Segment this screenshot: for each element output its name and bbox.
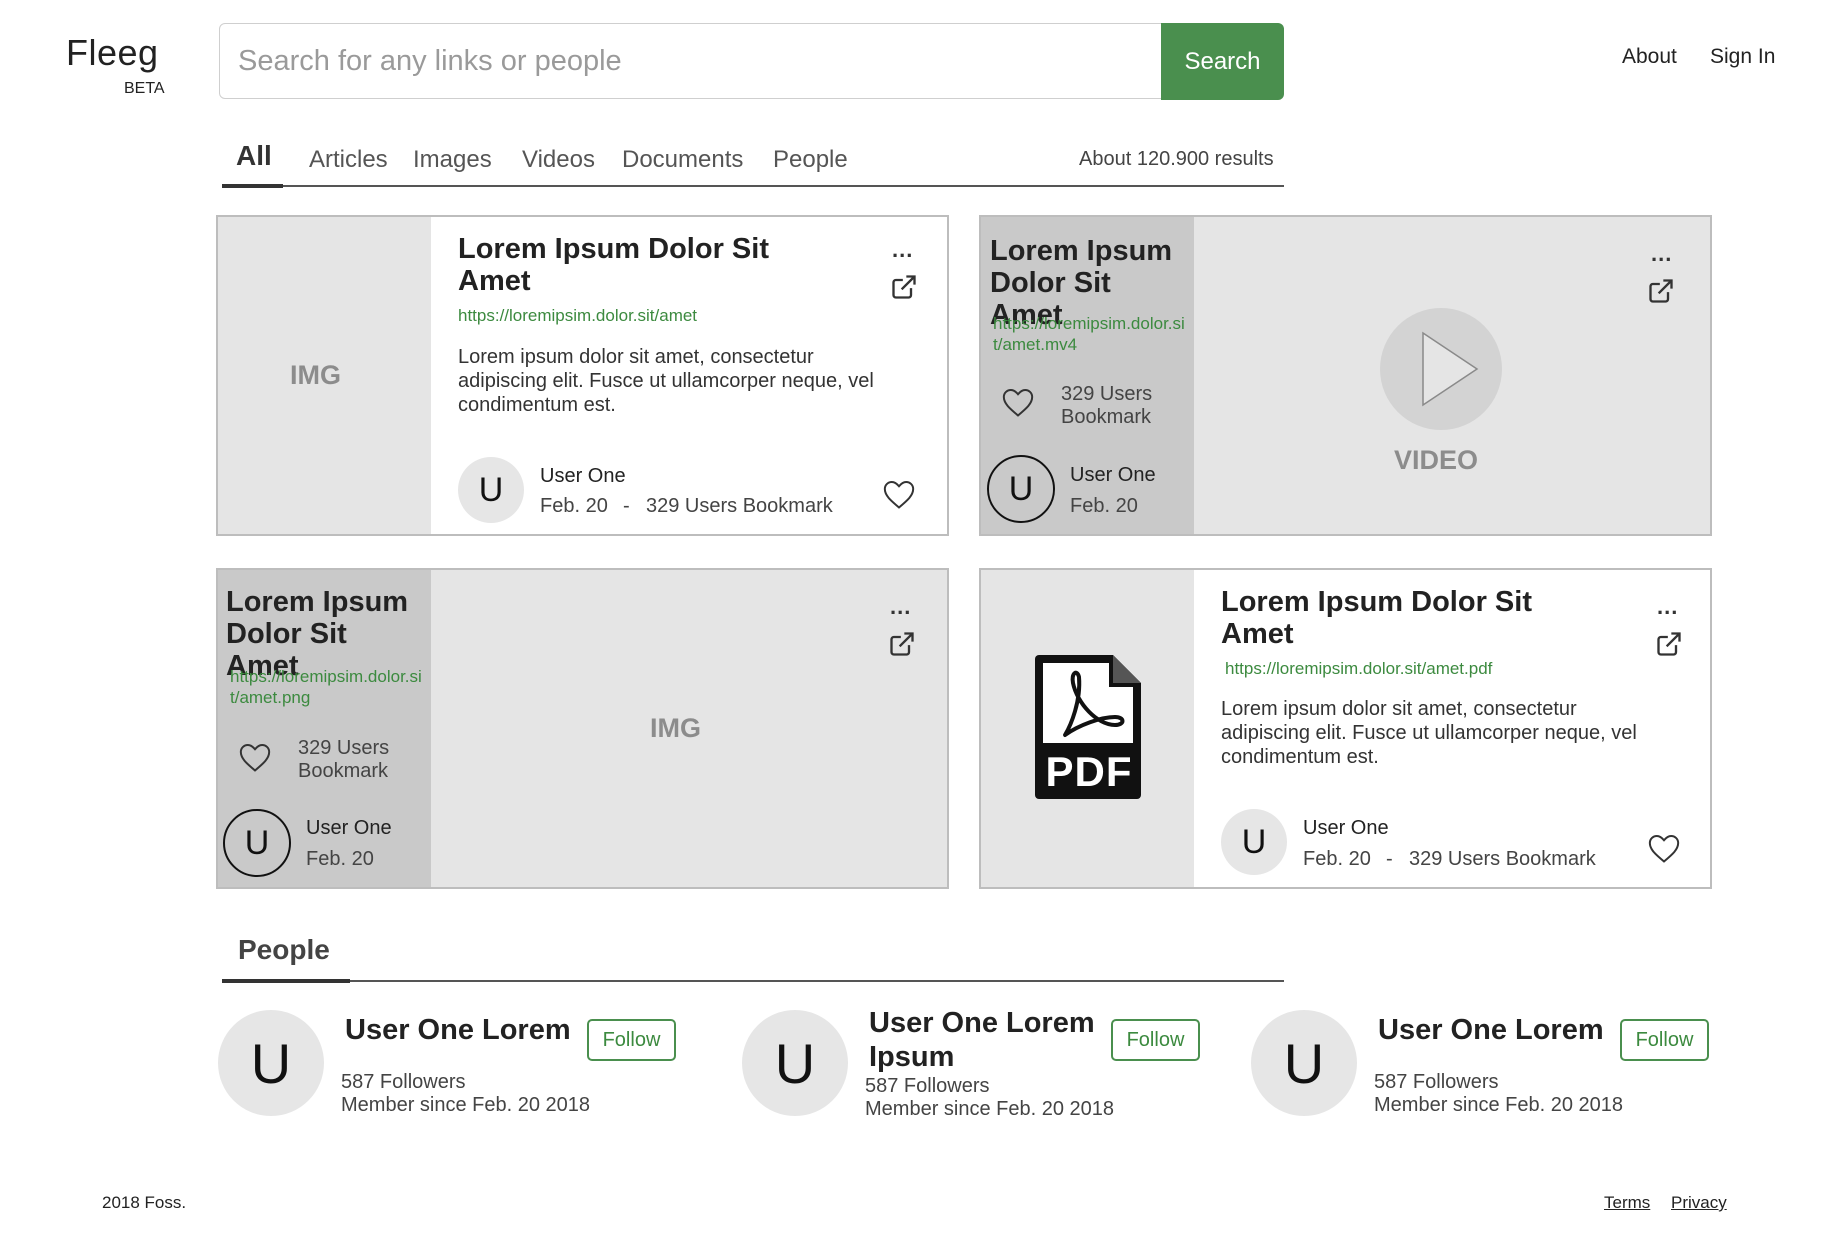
image-label: IMG [650, 713, 701, 743]
external-link-icon[interactable] [1647, 277, 1675, 305]
tab-people[interactable]: People [773, 146, 848, 174]
heart-icon[interactable] [882, 478, 916, 510]
meta-separator: - [1386, 848, 1393, 870]
result-card-article[interactable]: IMG Lorem Ipsum Dolor Sit Amet ... https… [216, 215, 949, 536]
nav-sign-in-link[interactable]: Sign In [1710, 45, 1775, 69]
avatar[interactable]: U [987, 455, 1055, 523]
card-url[interactable]: https://loremipsim.dolor.sit/amet.pdf [1225, 658, 1645, 679]
beta-badge: BETA [124, 80, 165, 97]
results-count: About 120.900 results [1079, 148, 1274, 170]
heart-icon[interactable] [1647, 832, 1681, 864]
tabs-divider [222, 185, 1284, 187]
card-description: Lorem ipsum dolor sit amet, consectetur … [1221, 698, 1637, 768]
heart-icon[interactable] [238, 741, 272, 773]
people-section-heading[interactable]: People [238, 934, 330, 966]
post-date: Feb. 20 [1303, 848, 1371, 870]
play-icon[interactable] [1379, 307, 1503, 431]
result-card-document[interactable]: PDF Lorem Ipsum Dolor Sit Amet ... https… [979, 568, 1712, 889]
follower-count: 587 Followers [341, 1071, 466, 1093]
nav-about-link[interactable]: About [1622, 45, 1677, 69]
tab-videos[interactable]: Videos [522, 146, 595, 174]
person-avatar[interactable]: U [1251, 1010, 1357, 1116]
external-link-icon[interactable] [1655, 630, 1683, 658]
user-name[interactable]: User One [540, 465, 626, 488]
search-button[interactable]: Search [1161, 23, 1284, 100]
brand-logo[interactable]: Fleeg [66, 32, 159, 74]
search-field[interactable] [219, 23, 1162, 99]
card-url[interactable]: https://loremipsim.dolor.sit/amet.mv4 [993, 313, 1189, 355]
thumbnail-label: IMG [290, 360, 341, 390]
person-name[interactable]: User One Lorem [345, 1013, 575, 1047]
people-active-indicator [222, 979, 350, 983]
more-options-icon[interactable]: ... [890, 594, 911, 620]
user-name[interactable]: User One [306, 817, 392, 840]
meta-separator: - [623, 495, 630, 517]
bookmark-count: 329 Users Bookmark [646, 495, 833, 517]
card-url[interactable]: https://loremipsim.dolor.sit/amet [458, 305, 878, 326]
more-options-icon[interactable]: ... [1657, 594, 1678, 620]
result-card-video[interactable]: Lorem Ipsum Dolor Sit Amet https://lorem… [979, 215, 1712, 536]
more-options-icon[interactable]: ... [1651, 241, 1672, 267]
tab-images[interactable]: Images [413, 146, 492, 174]
video-label: VIDEO [1394, 445, 1479, 475]
tab-articles[interactable]: Articles [309, 146, 388, 174]
member-since: Member since Feb. 20 2018 [341, 1094, 591, 1116]
post-date: Feb. 20 [306, 848, 374, 870]
search-input[interactable] [220, 24, 1161, 98]
person-avatar[interactable]: U [218, 1010, 324, 1116]
follower-count: 587 Followers [1374, 1071, 1499, 1093]
card-description: Lorem ipsum dolor sit amet, consectetur … [458, 346, 874, 416]
footer-privacy-link[interactable]: Privacy [1671, 1193, 1727, 1213]
person-avatar[interactable]: U [742, 1010, 848, 1116]
avatar[interactable]: U [223, 809, 291, 877]
footer-copyright: 2018 Foss. [102, 1193, 187, 1212]
footer-terms-link[interactable]: Terms [1604, 1193, 1650, 1213]
avatar[interactable]: U [458, 457, 524, 523]
bookmark-count: 329 Users Bookmark [1409, 848, 1596, 870]
heart-icon[interactable] [1001, 386, 1035, 418]
card-title[interactable]: Lorem Ipsum Dolor Sit Amet [458, 233, 818, 297]
tab-active-indicator [222, 184, 283, 188]
member-since: Member since Feb. 20 2018 [865, 1098, 1115, 1120]
post-date: Feb. 20 [540, 495, 608, 517]
bookmark-count: 329 Users Bookmark [298, 737, 390, 782]
post-date: Feb. 20 [1070, 495, 1138, 517]
card-title[interactable]: Lorem Ipsum Dolor Sit Amet [1221, 586, 1581, 650]
pdf-label: PDF [1045, 748, 1133, 795]
follower-count: 587 Followers [865, 1075, 990, 1097]
card-url[interactable]: https://loremipsim.dolor.sit/amet.png [230, 666, 426, 708]
external-link-icon[interactable] [888, 630, 916, 658]
follow-button[interactable]: Follow [1620, 1019, 1709, 1061]
tab-all[interactable]: All [236, 140, 272, 172]
tab-documents[interactable]: Documents [622, 146, 743, 174]
person-name[interactable]: User One Lorem Ipsum [869, 1006, 1099, 1074]
bookmark-count: 329 Users Bookmark [1061, 383, 1153, 428]
member-since: Member since Feb. 20 2018 [1374, 1094, 1624, 1116]
user-name[interactable]: User One [1303, 817, 1389, 840]
result-card-image[interactable]: Lorem Ipsum Dolor Sit Amet https://lorem… [216, 568, 949, 889]
person-name[interactable]: User One Lorem [1378, 1013, 1608, 1047]
more-options-icon[interactable]: ... [892, 237, 913, 263]
user-name[interactable]: User One [1070, 464, 1156, 487]
follow-button[interactable]: Follow [1111, 1019, 1200, 1061]
external-link-icon[interactable] [890, 273, 918, 301]
avatar[interactable]: U [1221, 809, 1287, 875]
people-divider [222, 980, 1284, 982]
follow-button[interactable]: Follow [587, 1019, 676, 1061]
